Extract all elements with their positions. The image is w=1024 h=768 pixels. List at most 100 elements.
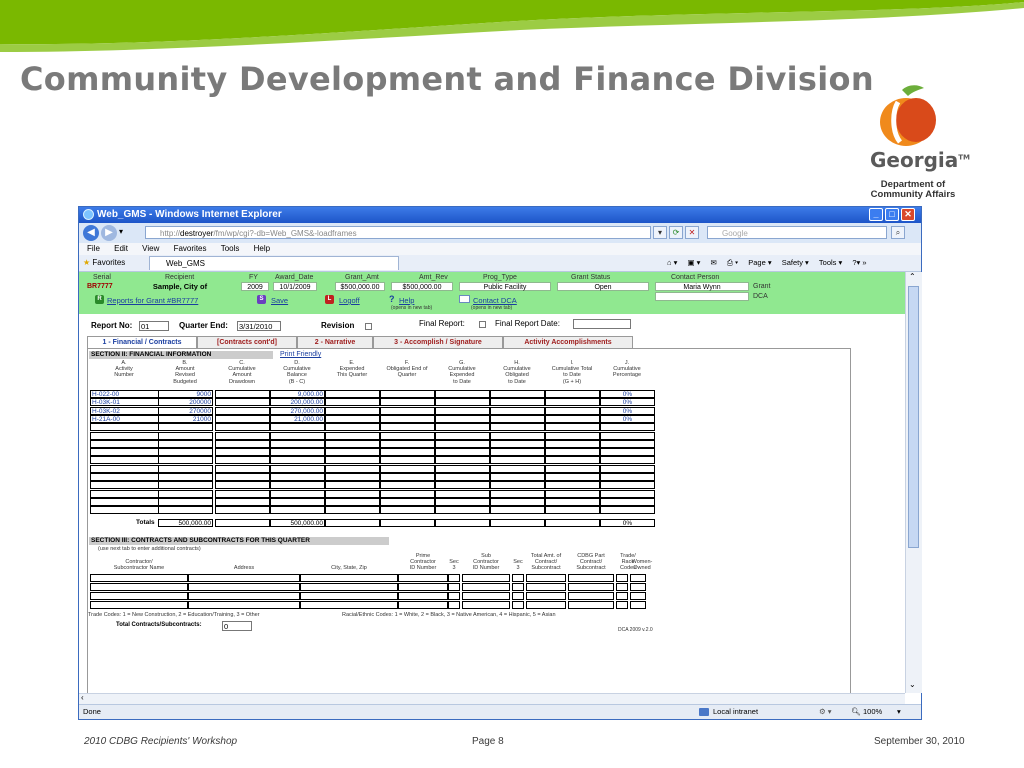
contract-contractor-cell[interactable]: [90, 583, 188, 591]
final-report-date-input[interactable]: [573, 319, 631, 329]
financial-cell[interactable]: [215, 473, 270, 481]
contract-city-cell[interactable]: [300, 574, 398, 582]
forward-button[interactable]: ▶: [101, 225, 117, 241]
contract-cdbg_part-cell[interactable]: [568, 592, 614, 600]
financial-cell[interactable]: [435, 448, 490, 457]
financial-cell[interactable]: [380, 464, 435, 473]
contract-sub-cell[interactable]: [462, 601, 510, 609]
contract-sec3b-cell[interactable]: [512, 601, 524, 609]
financial-cell[interactable]: [600, 497, 655, 506]
financial-cell[interactable]: [435, 456, 490, 465]
contract-total_amt-cell[interactable]: [526, 592, 566, 600]
financial-cell[interactable]: [325, 497, 380, 506]
financial-cell[interactable]: 270000: [158, 406, 213, 415]
contract-sec3b-cell[interactable]: [512, 583, 524, 591]
financial-cell[interactable]: 9,000.00: [270, 390, 325, 398]
url-field[interactable]: http://destroyer/fm/wp/cgi?-db=Web_GMS&-…: [145, 226, 651, 239]
financial-cell[interactable]: [270, 423, 325, 432]
contract-sec3b-cell[interactable]: [512, 574, 524, 582]
activity-number-cell[interactable]: H-03K-02: [90, 406, 159, 415]
contract-sec3a-cell[interactable]: [448, 592, 460, 600]
financial-cell[interactable]: [270, 456, 325, 465]
financial-cell[interactable]: [545, 406, 600, 415]
financial-cell[interactable]: [325, 473, 380, 481]
financial-cell[interactable]: [600, 473, 655, 481]
contract-women-cell[interactable]: [630, 601, 646, 609]
financial-cell[interactable]: [545, 481, 600, 490]
financial-cell[interactable]: [158, 506, 213, 515]
financial-cell[interactable]: [270, 473, 325, 481]
mail-icon[interactable]: ✉: [711, 258, 717, 267]
scroll-up-icon[interactable]: ⌃: [909, 272, 916, 281]
financial-cell[interactable]: [490, 406, 545, 415]
print-icon[interactable]: ⎙ ▾: [727, 258, 738, 267]
financial-cell[interactable]: [215, 398, 270, 407]
financial-cell[interactable]: [545, 456, 600, 465]
financial-cell[interactable]: [158, 439, 213, 448]
revision-checkbox[interactable]: [365, 323, 372, 330]
financial-cell[interactable]: [215, 456, 270, 465]
contract-sec3a-cell[interactable]: [448, 583, 460, 591]
refresh-icon[interactable]: ⟳: [669, 226, 683, 239]
financial-cell[interactable]: [435, 439, 490, 448]
feeds-icon[interactable]: ▣ ▾: [687, 258, 700, 267]
financial-cell[interactable]: [325, 423, 380, 432]
financial-cell[interactable]: [380, 423, 435, 432]
financial-cell[interactable]: [435, 431, 490, 440]
financial-cell[interactable]: [545, 431, 600, 440]
financial-cell[interactable]: [600, 456, 655, 465]
financial-cell[interactable]: [380, 473, 435, 481]
activity-number-cell[interactable]: [90, 489, 159, 498]
zoom-dropdown-icon[interactable]: ▾: [897, 705, 901, 719]
contract-trade-cell[interactable]: [616, 601, 628, 609]
protected-mode-icon[interactable]: ⚙ ▾: [819, 705, 832, 719]
financial-cell[interactable]: 200,000.00: [270, 398, 325, 407]
horizontal-scrollbar[interactable]: ‹: [79, 693, 905, 704]
financial-cell[interactable]: [600, 489, 655, 498]
contract-trade-cell[interactable]: [616, 592, 628, 600]
menu-file[interactable]: File: [87, 244, 100, 253]
financial-cell[interactable]: [545, 439, 600, 448]
financial-cell[interactable]: [325, 456, 380, 465]
vertical-scrollbar[interactable]: ⌃ ⌄: [905, 272, 922, 693]
financial-cell[interactable]: [545, 390, 600, 398]
save-link[interactable]: Save: [271, 296, 288, 305]
financial-cell[interactable]: [435, 497, 490, 506]
financial-cell[interactable]: [490, 497, 545, 506]
financial-cell[interactable]: [435, 423, 490, 432]
financial-cell[interactable]: [600, 481, 655, 490]
zoom-icon[interactable]: 🔍︎: [851, 705, 861, 719]
financial-cell[interactable]: [490, 456, 545, 465]
quarter-end-input[interactable]: 3/31/2010: [237, 321, 281, 331]
report-no-input[interactable]: 01: [139, 321, 169, 331]
logoff-link[interactable]: Logoff: [339, 296, 360, 305]
safety-menu[interactable]: Safety ▾: [782, 258, 809, 267]
financial-cell[interactable]: [380, 506, 435, 515]
contract-sec3b-cell[interactable]: [512, 592, 524, 600]
financial-cell[interactable]: [435, 481, 490, 490]
url-dropdown-icon[interactable]: ▾: [653, 226, 667, 239]
scroll-thumb[interactable]: [908, 286, 919, 548]
financial-cell[interactable]: [545, 497, 600, 506]
financial-cell[interactable]: [158, 489, 213, 498]
menu-tools[interactable]: Tools: [221, 244, 240, 253]
zoom-level[interactable]: 100%: [863, 705, 882, 719]
financial-cell[interactable]: [490, 423, 545, 432]
menu-edit[interactable]: Edit: [114, 244, 128, 253]
contract-contractor-cell[interactable]: [90, 592, 188, 600]
financial-cell[interactable]: [215, 423, 270, 432]
financial-cell[interactable]: [325, 439, 380, 448]
financial-cell[interactable]: [380, 481, 435, 490]
favorites-button[interactable]: ★ Favorites: [83, 255, 125, 271]
contract-trade-cell[interactable]: [616, 574, 628, 582]
activity-number-cell[interactable]: [90, 439, 159, 448]
page-menu[interactable]: Page ▾: [748, 258, 771, 267]
financial-cell[interactable]: [215, 497, 270, 506]
financial-cell[interactable]: [215, 489, 270, 498]
financial-cell[interactable]: [325, 489, 380, 498]
contract-sub-cell[interactable]: [462, 574, 510, 582]
financial-cell[interactable]: [325, 406, 380, 415]
browser-tab[interactable]: Web_GMS: [149, 256, 399, 270]
menu-view[interactable]: View: [142, 244, 159, 253]
financial-cell[interactable]: [380, 431, 435, 440]
